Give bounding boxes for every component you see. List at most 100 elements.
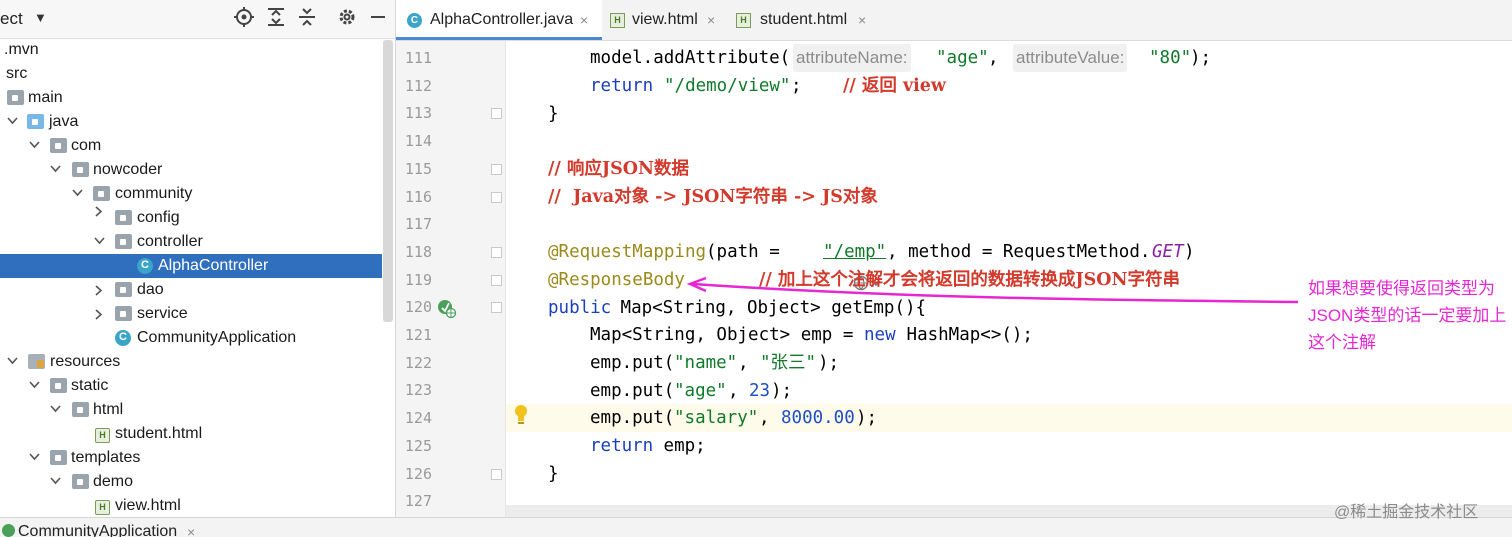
code-text: } [548,464,559,484]
html-file-icon: H [610,13,625,28]
chevron-right-icon[interactable] [92,206,106,230]
code-keyword: return [590,76,654,96]
code-line-current: emp.put( "salary" , 8000.00 ); [506,404,1512,432]
lightbulb-icon[interactable] [513,404,529,431]
fold-marker-icon[interactable] [491,191,502,203]
tab-alphacontroller-java[interactable]: C AlphaController.java × [396,0,602,40]
chevron-down-icon[interactable]: ▼ [34,10,47,25]
code-string: "salary" [674,408,759,428]
package-icon [72,162,89,177]
code-text: , [759,408,781,428]
code-text: emp.put( [590,353,675,373]
fold-marker-icon[interactable] [491,302,502,314]
tree-item-demo[interactable]: demo [0,470,382,494]
project-panel-title[interactable]: ect [0,9,23,29]
tree-item-label: view.html [115,497,181,514]
tree-item-label: config [137,209,180,226]
tree-item-templates[interactable]: templates [0,446,382,470]
code-text: ) [1184,242,1195,262]
tree-item-student-html[interactable]: H student.html [0,422,382,446]
chevron-down-icon[interactable] [48,398,62,422]
tree-item-community[interactable]: community [0,182,382,206]
tree-item-service[interactable]: service [0,302,382,326]
chevron-down-icon[interactable] [27,374,41,398]
close-icon[interactable]: × [580,0,588,40]
code-line: } [506,100,1512,128]
tree-item-resources[interactable]: resources [0,350,382,374]
chevron-down-icon[interactable] [92,230,106,254]
fold-marker-icon[interactable] [491,274,502,286]
collapse-all-icon[interactable] [298,7,316,32]
project-panel: ect ▼ .mvn src main java com nowcoder co… [0,0,396,517]
tree-item-com[interactable]: com [0,134,382,158]
tree-item-nowcoder[interactable]: nowcoder [0,158,382,182]
tree-item-label: AlphaController [158,257,269,274]
code-string-link[interactable]: "/emp" [823,238,886,266]
code-comment: // Java对象 -> JSON字符串 -> JS对象 [548,187,878,207]
tree-item-config[interactable]: config [0,206,382,230]
html-file-icon: H [95,500,110,515]
resources-folder-icon [28,354,45,369]
tree-item-controller[interactable]: controller [0,230,382,254]
tree-item-static[interactable]: static [0,374,382,398]
tree-item-dao[interactable]: dao [0,278,382,302]
code-text: ); [771,381,793,401]
tree-item-label: templates [71,449,141,466]
html-file-icon: H [95,428,110,443]
line-number: 123 [404,381,432,400]
tree-item-label: student.html [115,425,203,442]
line-number: 111 [404,49,432,67]
code-number: 23 [749,381,771,401]
close-icon[interactable]: × [858,0,866,40]
code-editor[interactable]: model.addAttribute( attributeName: "age"… [506,41,1512,505]
code-text: ); [818,353,840,373]
chevron-down-icon[interactable] [70,182,84,206]
line-number: 122 [404,353,432,372]
chevron-right-icon[interactable] [92,278,106,302]
tree-item-view-html[interactable]: H view.html [0,494,382,517]
tree-item-main[interactable]: main [0,86,382,110]
fold-marker-icon[interactable] [491,163,502,175]
code-text: , [728,381,750,401]
gear-icon[interactable] [338,7,356,32]
fold-marker-icon[interactable] [491,246,502,258]
chevron-down-icon[interactable] [48,470,62,494]
tab-student-html[interactable]: H student.html × [728,0,878,40]
tree-item-label: com [71,137,102,154]
expand-all-icon[interactable] [267,7,285,32]
tree-item-label: src [6,65,28,82]
code-line: // 响应JSON数据 [506,155,1512,183]
code-string: "age" [936,48,989,68]
tree-item-alphacontroller[interactable]: C AlphaController [0,254,382,278]
code-enum-constant: GET [1152,242,1184,262]
fold-marker-icon[interactable] [491,108,502,120]
chevron-down-icon[interactable] [27,134,41,158]
tree-item-label: controller [137,233,203,250]
tab-view-html[interactable]: H view.html × [602,0,728,40]
tree-item-html[interactable]: html [0,398,382,422]
tree-item-src[interactable]: src [0,62,382,86]
chevron-down-icon[interactable] [5,350,19,374]
chevron-down-icon[interactable] [48,158,62,182]
fold-marker-icon[interactable] [491,468,502,480]
run-method-icon[interactable] [437,299,457,324]
target-icon[interactable] [234,7,254,32]
close-icon[interactable]: × [187,518,195,537]
tree-item-java[interactable]: java [0,110,382,134]
chevron-right-icon[interactable] [92,302,106,326]
tree-item-label: service [137,305,188,322]
chevron-down-icon[interactable] [5,110,19,134]
close-icon[interactable]: × [707,0,715,40]
tree-item-communityapplication[interactable]: C CommunityApplication [0,326,382,350]
minimize-icon[interactable] [370,7,386,32]
chevron-down-icon[interactable] [27,446,41,470]
line-number: 127 [404,492,432,511]
tree-item-label: java [49,113,79,130]
line-number: 114 [404,132,432,151]
tree-item-mvn[interactable]: .mvn [0,38,382,62]
code-annotation: @ResponseBody [548,270,685,290]
project-panel-scrollbar[interactable] [383,40,393,322]
code-string: "张三" [760,353,817,373]
tree-item-label: dao [137,281,164,298]
parameter-hint: attributeValue: [1013,44,1128,72]
